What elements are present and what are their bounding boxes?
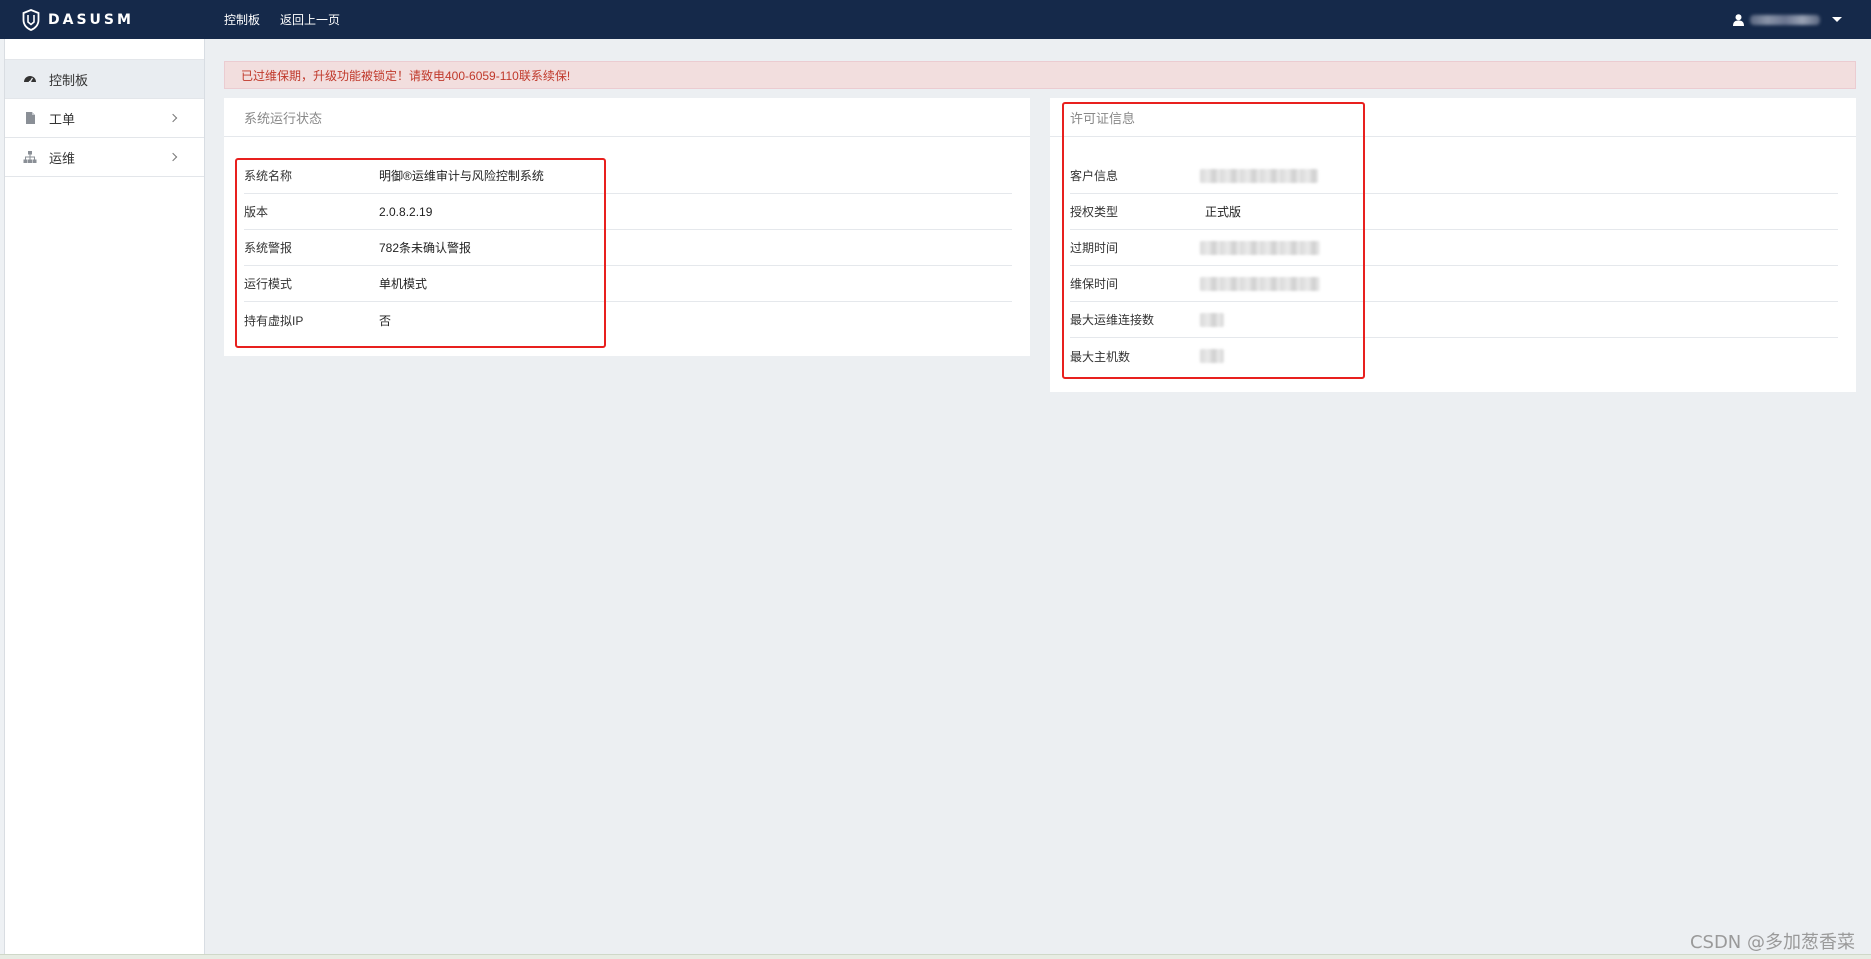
sidebar: 控制板 工单 运维 xyxy=(5,39,205,954)
maintenance-alert: 已过维保期，升级功能被锁定！请致电400-6059-110联系续保! xyxy=(224,61,1856,89)
row-label: 持有虚拟IP xyxy=(244,313,304,328)
chevron-right-icon xyxy=(168,152,178,162)
sidebar-item-label: 控制板 xyxy=(49,72,89,88)
table-row: 过期时间 xyxy=(1070,230,1838,266)
table-row: 系统名称 明御®运维审计与风险控制系统 xyxy=(244,158,1012,194)
user-icon xyxy=(1733,13,1744,26)
row-value: 明御®运维审计与风险控制系统 xyxy=(379,169,544,183)
table-row: 系统警报 782条未确认警报 xyxy=(244,230,1012,266)
topnav-back-link[interactable]: 返回上一页 xyxy=(280,11,340,28)
redacted-value xyxy=(1200,168,1318,183)
chevron-right-icon xyxy=(168,113,178,123)
row-label: 授权类型 xyxy=(1070,205,1119,219)
alert-text: 已过维保期，升级功能被锁定！请致电400-6059-110联系续保! xyxy=(241,68,571,83)
row-label: 系统名称 xyxy=(244,169,293,183)
table-row: 版本 2.0.8.2.19 xyxy=(244,194,1012,230)
user-name-redacted xyxy=(1750,14,1820,25)
table-row: 最大运维连接数 xyxy=(1070,302,1838,338)
system-status-table: 系统名称 明御®运维审计与风险控制系统 版本 2.0.8.2.19 系统警报 7… xyxy=(244,158,1012,338)
panel-title: 许可证信息 xyxy=(1050,98,1856,137)
watermark-text: CSDN @多加葱香菜 xyxy=(1689,932,1855,953)
license-panel: 许可证信息 客户信息 授权类型 正式版 过期时间 维保时间 最大运维连接数 最大… xyxy=(1050,98,1856,392)
redacted-value xyxy=(1200,349,1224,363)
brand-name: DASUSM xyxy=(48,11,134,28)
sidebar-item-workorder[interactable]: 工单 xyxy=(5,99,204,138)
table-row: 持有虚拟IP 否 xyxy=(244,302,1012,338)
row-label: 维保时间 xyxy=(1070,277,1119,291)
license-table: 客户信息 授权类型 正式版 过期时间 维保时间 最大运维连接数 最大主机数 xyxy=(1070,158,1838,374)
row-value: 正式版 xyxy=(1205,205,1242,219)
row-value: 单机模式 xyxy=(379,277,428,291)
row-label: 系统警报 xyxy=(244,241,293,255)
chevron-down-icon xyxy=(1832,17,1842,22)
brand[interactable]: DASUSM xyxy=(22,0,134,39)
bottom-strip xyxy=(0,954,1871,959)
row-label: 最大主机数 xyxy=(1070,349,1131,364)
row-label: 最大运维连接数 xyxy=(1070,313,1155,327)
table-row: 运行模式 单机模式 xyxy=(244,266,1012,302)
table-row: 最大主机数 xyxy=(1070,338,1838,374)
top-nav: 控制板 返回上一页 xyxy=(224,0,340,39)
redacted-value xyxy=(1200,312,1224,327)
shield-logo-icon xyxy=(22,8,40,31)
table-row: 客户信息 xyxy=(1070,158,1838,194)
top-navbar: DASUSM 控制板 返回上一页 xyxy=(0,0,1871,39)
row-label: 客户信息 xyxy=(1070,169,1119,183)
sidebar-menu: 控制板 工单 运维 xyxy=(5,59,204,177)
user-menu[interactable] xyxy=(1733,0,1842,39)
topnav-dashboard-link[interactable]: 控制板 xyxy=(224,11,260,28)
sidebar-item-label: 工单 xyxy=(49,111,76,127)
row-value: 782条未确认警报 xyxy=(379,241,472,255)
document-icon xyxy=(26,112,35,124)
row-value: 否 xyxy=(379,313,392,328)
table-row: 授权类型 正式版 xyxy=(1070,194,1838,230)
system-status-panel: 系统运行状态 系统名称 明御®运维审计与风险控制系统 版本 2.0.8.2.19… xyxy=(224,98,1030,356)
main-content: 已过维保期，升级功能被锁定！请致电400-6059-110联系续保! 系统运行状… xyxy=(205,39,1871,954)
sidebar-item-ops[interactable]: 运维 xyxy=(5,138,204,177)
sidebar-item-label: 运维 xyxy=(49,150,76,166)
table-row: 维保时间 xyxy=(1070,266,1838,302)
panel-title: 系统运行状态 xyxy=(224,98,1030,137)
sidebar-item-dashboard[interactable]: 控制板 xyxy=(5,60,204,99)
dashboard-icon xyxy=(24,76,36,84)
row-label: 版本 xyxy=(244,205,269,219)
row-label: 过期时间 xyxy=(1070,241,1119,255)
sitemap-icon xyxy=(23,151,37,163)
redacted-value xyxy=(1200,240,1320,255)
row-value: 2.0.8.2.19 xyxy=(379,204,433,219)
redacted-value xyxy=(1200,276,1320,291)
row-label: 运行模式 xyxy=(244,277,293,291)
